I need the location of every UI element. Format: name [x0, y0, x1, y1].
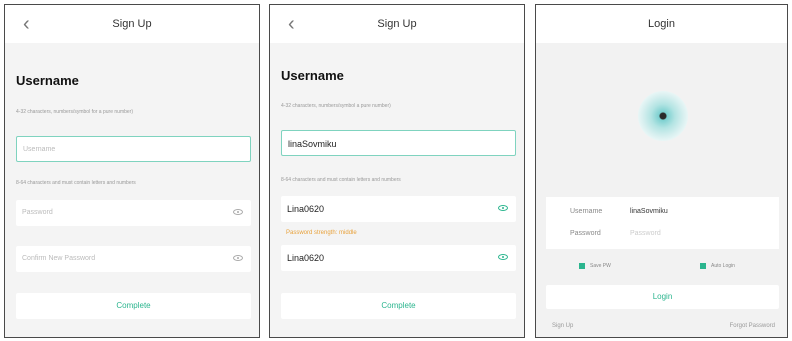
header: ‹ Sign Up — [270, 5, 524, 43]
confirm-password-placeholder: Confirm New Password — [22, 255, 96, 262]
save-password-label: Save PW — [590, 263, 611, 269]
password-value: Lina0620 — [287, 204, 325, 214]
app-logo-icon — [638, 91, 688, 141]
username-heading: Username — [16, 73, 79, 88]
login-screen: Login Username linaSovmiku Password Pass… — [535, 4, 788, 338]
password-strength-text: Password strength: middle — [286, 230, 357, 236]
confirm-password-value: Lina0620 — [287, 253, 325, 263]
password-hint: 8-64 characters and must contain letters… — [281, 177, 401, 183]
header: Login — [536, 5, 787, 43]
login-button[interactable]: Login — [546, 285, 779, 309]
username-value: linaSovmiku — [288, 139, 337, 149]
sign-up-link[interactable]: Sign Up — [552, 323, 573, 329]
page-title: Sign Up — [377, 18, 417, 30]
eye-icon[interactable] — [233, 209, 243, 215]
password-row[interactable]: Password Password — [546, 223, 779, 245]
auto-login-checkbox[interactable] — [700, 263, 706, 269]
page-title: Login — [648, 18, 675, 30]
username-heading: Username — [281, 68, 344, 83]
confirm-password-input[interactable]: Lina0620 — [281, 245, 516, 271]
username-row[interactable]: Username linaSovmiku — [546, 201, 779, 223]
username-label: Username — [570, 208, 603, 215]
password-input[interactable]: Password — [16, 200, 251, 226]
signup-screen-filled: ‹ Sign Up Username 4-32 characters, numb… — [269, 4, 525, 338]
eye-icon[interactable] — [233, 255, 243, 261]
login-form: Username linaSovmiku Password Password — [546, 197, 779, 249]
header: ‹ Sign Up — [5, 5, 259, 43]
page-title: Sign Up — [112, 18, 152, 30]
username-input[interactable]: linaSovmiku — [281, 130, 516, 156]
save-password-checkbox[interactable] — [579, 263, 585, 269]
password-placeholder[interactable]: Password — [630, 230, 661, 237]
username-hint: 4-32 characters, numbers/symbol a pure n… — [281, 103, 391, 109]
username-placeholder: Username — [23, 146, 56, 153]
password-input[interactable]: Lina0620 — [281, 196, 516, 222]
eye-icon[interactable] — [498, 205, 508, 211]
username-input[interactable]: Username — [16, 136, 251, 162]
password-label: Password — [570, 230, 601, 237]
username-value[interactable]: linaSovmiku — [630, 208, 668, 215]
password-placeholder: Password — [22, 209, 53, 216]
complete-button[interactable]: Complete — [281, 293, 516, 319]
password-hint: 8-64 characters and must contain letters… — [16, 180, 136, 186]
forgot-password-link[interactable]: Forgot Password — [730, 323, 775, 329]
username-hint: 4-32 characters, numbers/symbol for a pu… — [16, 109, 133, 115]
signup-screen-empty: ‹ Sign Up Username 4-32 characters, numb… — [4, 4, 260, 338]
complete-button[interactable]: Complete — [16, 293, 251, 319]
confirm-password-input[interactable]: Confirm New Password — [16, 246, 251, 272]
eye-icon[interactable] — [498, 254, 508, 260]
auto-login-label: Auto Login — [711, 263, 735, 269]
